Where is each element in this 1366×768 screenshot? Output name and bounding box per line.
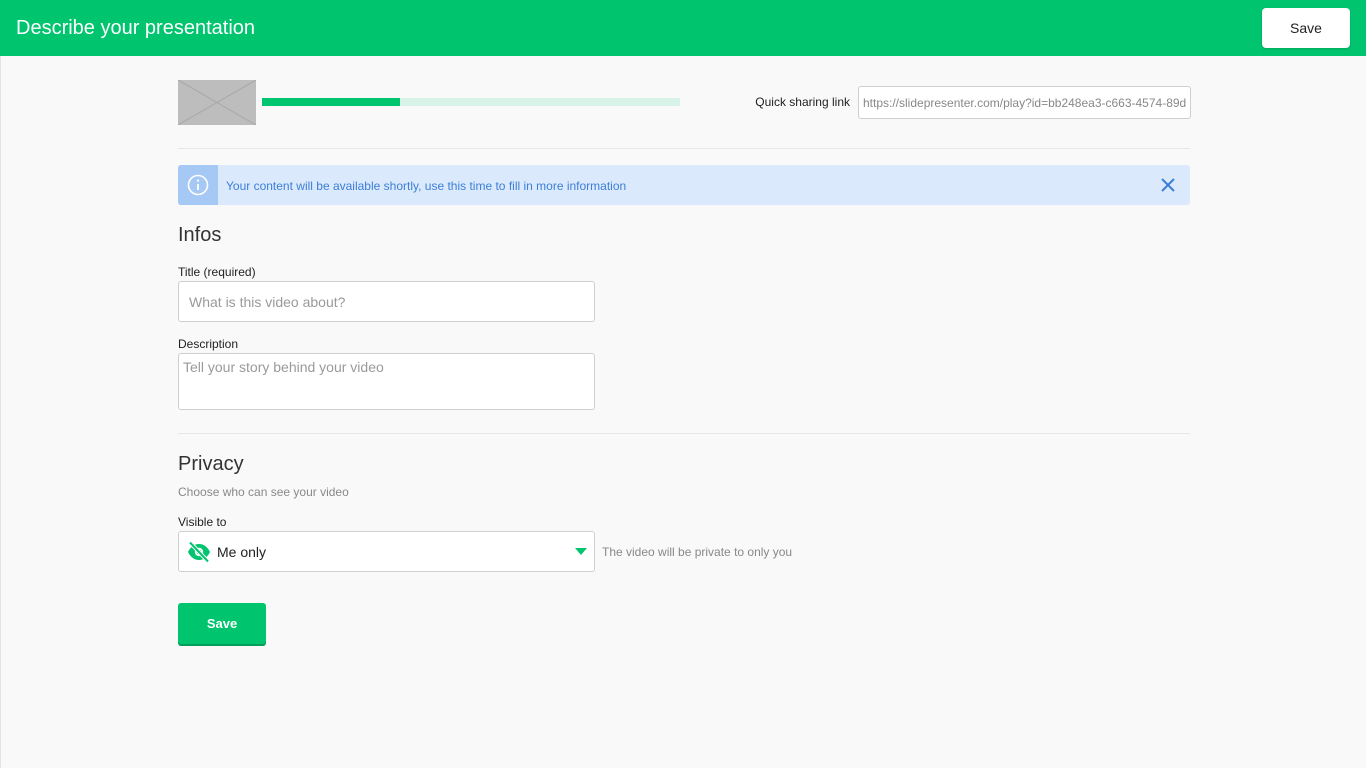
privacy-heading: Privacy	[178, 453, 244, 475]
upload-progress-fill	[262, 98, 400, 106]
description-label: Description	[178, 337, 239, 351]
divider-middle	[178, 433, 1190, 434]
info-alert: Your content will be available shortly, …	[178, 165, 1190, 205]
header-save-button[interactable]: Save	[1262, 8, 1350, 48]
divider-top	[178, 148, 1190, 149]
visibility-select[interactable]: Me only	[178, 531, 595, 572]
chevron-down-icon	[575, 548, 587, 555]
quick-sharing-link-input[interactable]	[858, 86, 1191, 119]
image-placeholder-icon	[178, 80, 256, 125]
upload-progress-bar	[262, 98, 680, 106]
privacy-subtitle: Choose who can see your video	[178, 485, 349, 499]
alert-icon-box	[178, 165, 218, 205]
quick-sharing-label: Quick sharing link	[755, 95, 850, 109]
visibility-selected-value: Me only	[217, 544, 267, 560]
title-label: Title (required)	[178, 265, 256, 279]
video-thumbnail-placeholder	[178, 80, 256, 125]
description-textarea[interactable]	[178, 353, 595, 410]
page-title: Describe your presentation	[16, 17, 256, 39]
left-edge-line	[0, 56, 1, 768]
top-bar: Describe your presentation Save	[0, 0, 1366, 56]
info-icon	[187, 174, 209, 196]
save-button[interactable]: Save	[178, 603, 266, 644]
infos-heading: Infos	[178, 224, 222, 246]
close-icon[interactable]	[1160, 177, 1176, 193]
alert-message: Your content will be available shortly, …	[226, 179, 627, 193]
visibility-hint: The video will be private to only you	[602, 545, 793, 559]
visible-to-label: Visible to	[178, 515, 227, 529]
title-input[interactable]	[178, 281, 595, 322]
eye-off-icon	[188, 541, 210, 563]
